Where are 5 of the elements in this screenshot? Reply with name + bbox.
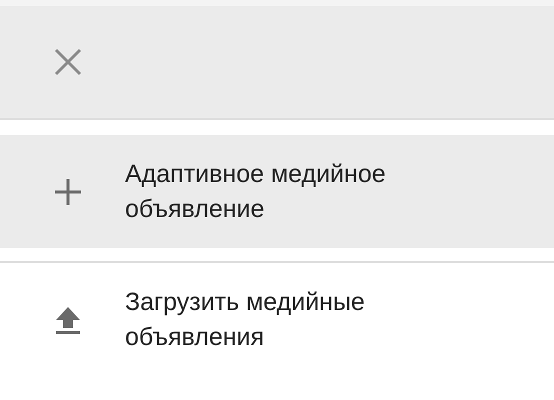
close-icon (53, 47, 83, 77)
item-label: Загрузить медийные объявления (125, 286, 366, 352)
item-label: Адаптивное медийное объявление (125, 158, 387, 224)
menu-item[interactable]: Адаптивное медийное объявление (0, 135, 554, 248)
close-button[interactable] (52, 46, 84, 78)
